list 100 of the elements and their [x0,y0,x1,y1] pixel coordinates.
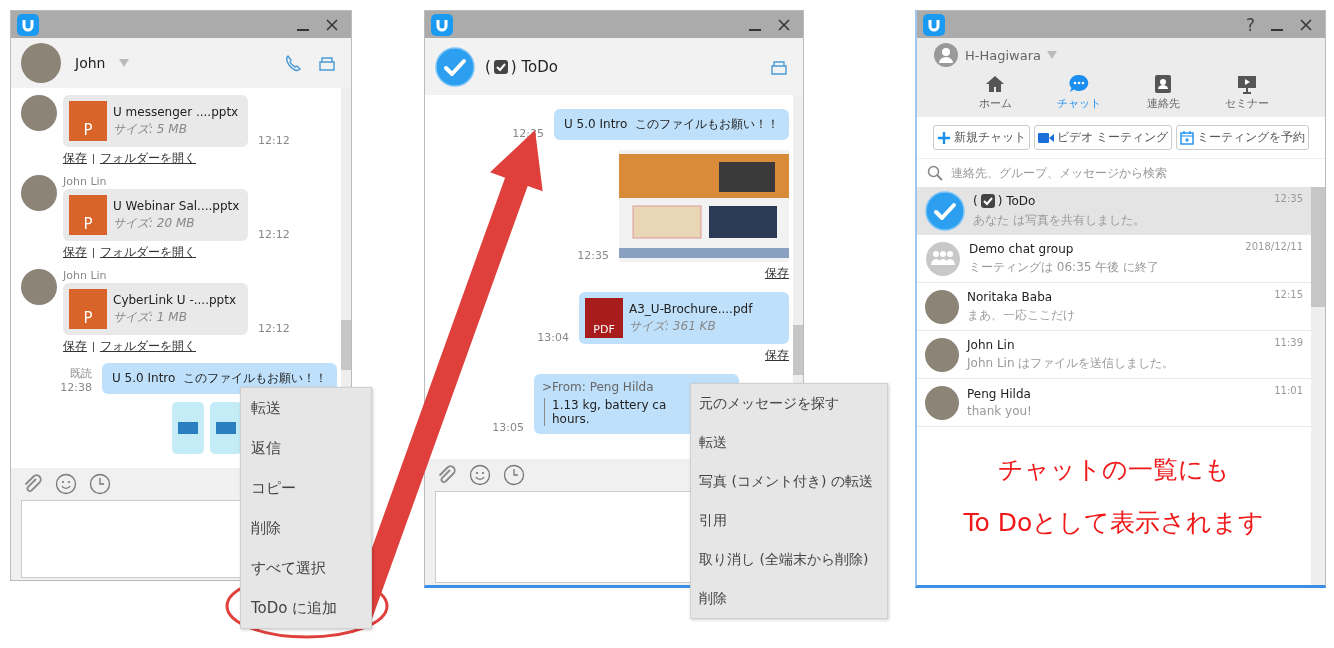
menu-item[interactable]: コピー [241,468,371,508]
file-message[interactable]: P U Webinar Sal....pptx サイズ: 20 MB [63,189,248,241]
phone-icon[interactable] [283,53,303,73]
nav-tab[interactable]: 連絡先 [1135,72,1191,111]
menu-item[interactable]: 返信 [241,428,371,468]
message-bubble: U 5.0 Intro このファイルもお願い！！ [554,109,789,140]
chat-title: ( [485,57,491,76]
chat-name: ) ToDo [997,193,1036,208]
file-size: サイズ: 5 MB [113,120,188,138]
open-folder-link[interactable]: フォルダーを開く [100,150,196,167]
checkmark-avatar-icon [925,190,965,231]
sender-name: John Lin [63,269,108,283]
file-message[interactable]: P U messenger ....pptx サイズ: 5 MB [63,95,248,147]
save-link[interactable]: 保存 [765,347,789,364]
open-folder-link[interactable]: フォルダーを開く [100,338,196,355]
avatar [925,337,959,372]
chat-list-item[interactable]: ( ) ToDo あなた は写真を共有しました。 12:35 [917,187,1311,235]
nav-tab[interactable]: ホーム [967,72,1023,111]
minimize-icon [1271,28,1283,31]
user-name[interactable]: H-Hagiwara [965,47,1041,63]
chat-time: 12:15 [1274,289,1303,300]
dropdown-caret-icon[interactable] [1047,51,1057,59]
file-name: A3_U-Brochure....pdf [629,301,753,316]
file-name: U Webinar Sal....pptx [113,198,240,213]
app-logo-icon [17,13,39,36]
user-avatar-icon[interactable] [933,42,959,68]
minimize-icon [749,28,761,31]
quote-source: >From: Peng Hilda [542,380,655,394]
app-logo-icon [431,13,453,36]
help-button[interactable]: ? [1239,12,1261,37]
read-receipt: 既読 [70,366,92,381]
file-name: U messenger ....pptx [113,104,239,119]
close-icon [1299,17,1313,32]
chat-list-item[interactable]: Demo chat group ミーティングは 06:35 午後 に終了 2018/12/11 [917,235,1311,283]
save-link[interactable]: 保存 [63,338,87,355]
file-size: サイズ: 20 MB [113,214,196,232]
message-time: 12:12 [258,322,290,335]
action-button[interactable]: 新規チャット [932,125,1030,150]
minimize-icon [297,28,309,31]
file-size: サイズ: 361 KB [629,317,717,335]
avatar [925,385,959,420]
avatar [21,95,57,131]
message-time: 12:35 [577,249,609,262]
annotation-text: チャットの一覧にも To Doとして表示されます [962,454,1266,539]
save-link[interactable]: 保存 [63,150,87,167]
menu-item[interactable]: ToDo に追加 [241,588,371,628]
message-preview: John Lin はファイルを送信しました。 [967,354,1176,372]
scrollbar[interactable] [1311,187,1325,585]
chat-name: ( [973,193,978,208]
chat-name: Demo chat group [969,241,1074,256]
menu-item[interactable]: 引用 [691,501,887,540]
checkbox-icon [979,192,996,209]
avatar [21,269,57,305]
avatar [21,43,61,83]
dropdown-caret-icon[interactable] [119,59,130,67]
video-camera-icon [1037,131,1054,144]
message-time: 13:04 [537,331,569,344]
chat-list-item[interactable]: John Lin John Lin はファイルを送信しました。 11:39 [917,331,1311,379]
menu-item[interactable]: 写真 (コメント付き) の転送 [691,462,887,501]
open-folder-link[interactable]: フォルダーを開く [100,244,196,261]
avatar [925,289,959,324]
file-message[interactable]: PDF A3_U-Brochure....pdf サイズ: 361 KB [579,292,789,344]
action-button[interactable]: ビデオ ミーティング [1033,125,1173,150]
chat-list-item[interactable]: Noritaka Baba まあ、一応ここだけ 12:15 [917,283,1311,331]
chat-list-item[interactable]: Peng Hilda thank you! 11:01 [917,379,1311,427]
chat-time: 11:39 [1274,337,1303,348]
sender-name: John Lin [63,175,108,189]
file-icon: P [69,195,107,235]
nav-tab[interactable]: セミナー [1219,72,1275,111]
smiley-icon[interactable] [469,464,491,486]
menu-item[interactable]: 転送 [691,423,887,462]
chat-name: John Lin [967,337,1015,352]
file-icon: P [69,289,107,329]
smiley-icon[interactable] [55,473,77,495]
menu-item[interactable]: 削除 [241,508,371,548]
clock-icon[interactable] [89,473,111,495]
chat-time: 11:01 [1274,385,1303,396]
message-time: 12:12 [258,134,290,147]
file-message[interactable]: P CyberLink U -....pptx サイズ: 1 MB [63,283,248,335]
menu-item[interactable]: すべて選択 [241,548,371,588]
close-icon [777,17,791,32]
message-preview: まあ、一応ここだけ [967,306,1076,324]
search-icon [927,165,943,181]
clock-icon[interactable] [503,464,525,486]
message-preview: ミーティングは 06:35 午後 に終了 [969,258,1161,276]
save-link[interactable]: 保存 [765,265,789,282]
chat-name: Peng Hilda [967,387,1031,401]
calendar-icon [1180,130,1195,145]
chat-time: 2018/12/11 [1245,241,1303,252]
message-preview: thank you! [967,404,1033,418]
contact-name: John [75,55,106,71]
image-placeholder [172,402,242,454]
menu-item[interactable]: 削除 [691,579,887,618]
save-link[interactable]: 保存 [63,244,87,261]
checkbox-icon [492,58,509,75]
menu-item[interactable]: 取り消し (全端末から削除) [691,540,887,579]
message-time: 13:05 [492,421,524,434]
action-button[interactable]: ミーティングを予約 [1176,125,1310,150]
message-time: 12:12 [258,228,290,241]
message-time: 12:38 [60,381,92,394]
